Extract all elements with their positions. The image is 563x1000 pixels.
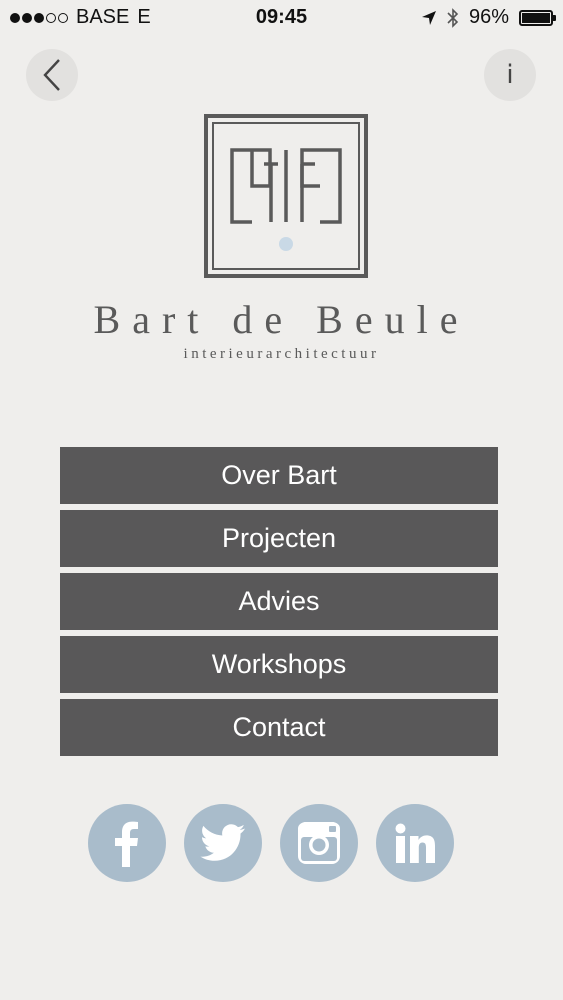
bluetooth-icon — [447, 7, 459, 28]
info-label: i — [506, 60, 514, 90]
menu-item-projecten[interactable]: Projecten — [60, 510, 498, 567]
location-arrow-icon — [421, 10, 436, 25]
social-links — [88, 804, 454, 882]
info-button[interactable]: i — [484, 49, 536, 101]
twitter-icon — [200, 824, 245, 861]
menu-item-over-bart[interactable]: Over Bart — [60, 447, 498, 504]
brand-name: Bart de Beule — [93, 297, 470, 342]
menu-item-contact[interactable]: Contact — [60, 699, 498, 756]
menu-item-workshops[interactable]: Workshops — [60, 636, 498, 693]
facebook-button[interactable] — [88, 804, 166, 882]
facebook-icon — [115, 821, 138, 867]
battery-icon — [519, 9, 556, 26]
brand-subtitle: interieurarchitectuur — [183, 346, 380, 362]
instagram-icon — [298, 822, 340, 864]
chevron-left-icon — [43, 59, 60, 91]
linkedin-button[interactable] — [376, 804, 454, 882]
menu-item-advies[interactable]: Advies — [60, 573, 498, 630]
status-right: 96% — [421, 6, 556, 29]
back-button[interactable] — [26, 49, 78, 101]
linkedin-icon — [395, 823, 435, 863]
twitter-button[interactable] — [184, 804, 262, 882]
logo-mark — [204, 114, 368, 278]
instagram-button[interactable] — [280, 804, 358, 882]
main-menu: Over Bart Projecten Advies Workshops Con… — [60, 447, 498, 762]
battery-percent: 96% — [468, 6, 509, 28]
status-bar: BASE E 09:45 96% — [0, 0, 563, 36]
